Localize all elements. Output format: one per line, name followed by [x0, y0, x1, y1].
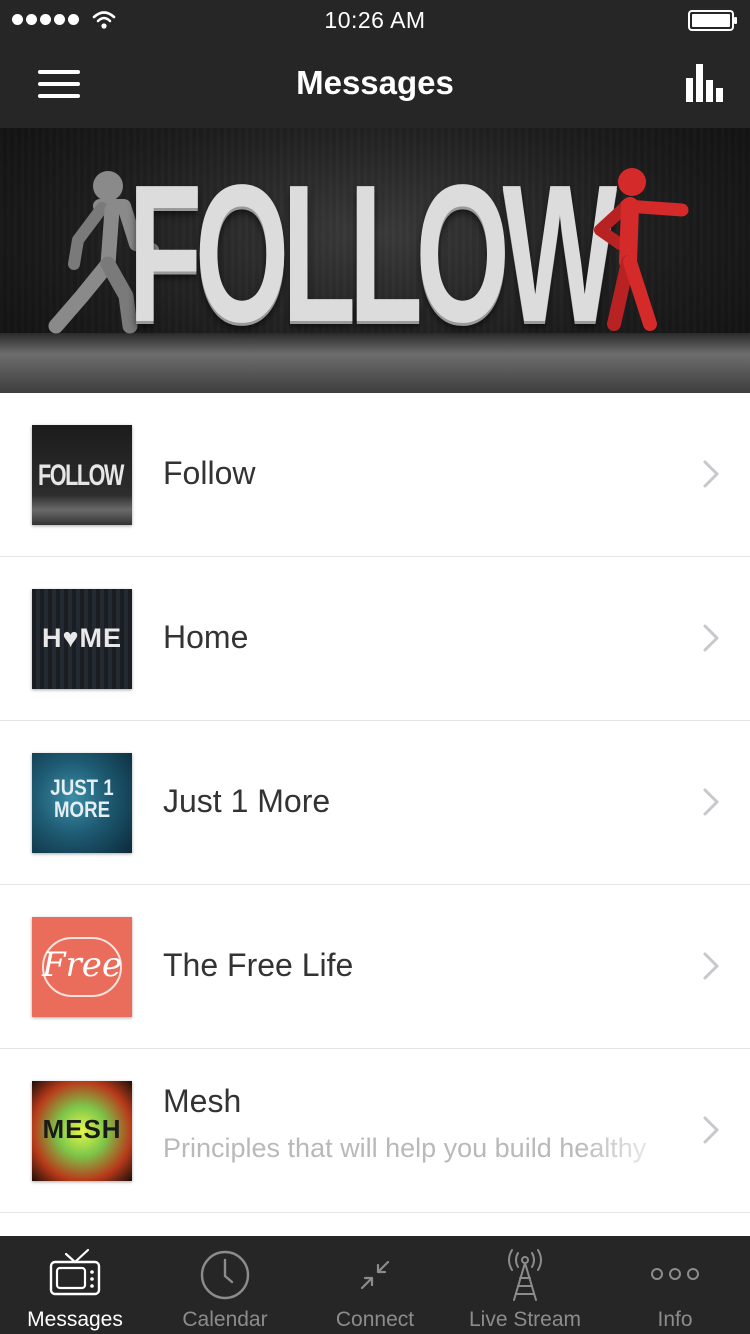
top-bar: 10:26 AM Messages	[0, 0, 750, 128]
tab-messages[interactable]: Messages	[0, 1236, 150, 1334]
page-title: Messages	[296, 64, 454, 101]
tab-label: Calendar	[182, 1308, 268, 1331]
antenna-icon	[508, 1249, 542, 1301]
series-thumbnail: MESH	[32, 1081, 132, 1181]
tv-icon	[49, 1248, 101, 1296]
clock-icon	[200, 1250, 250, 1300]
chevron-right-icon	[703, 460, 719, 488]
list-item-title: Follow	[163, 455, 256, 491]
tab-label: Connect	[335, 1308, 415, 1331]
tab-calendar[interactable]: Calendar	[150, 1236, 300, 1334]
series-thumbnail: H♥ME	[32, 589, 132, 689]
featured-banner[interactable]: FOLLOW	[0, 128, 750, 393]
list-item-title: The Free Life	[163, 947, 354, 983]
series-thumbnail: FOLLOW	[32, 425, 132, 525]
bar-chart-icon[interactable]	[686, 62, 728, 104]
battery-icon	[688, 10, 737, 31]
navigation-bar: Messages	[0, 40, 750, 128]
chevron-right-icon	[703, 624, 719, 652]
tab-label: Messages	[27, 1308, 123, 1331]
tab-bar: Messages Calendar Connect Live Stream In…	[0, 1236, 750, 1334]
message-series-list: FOLLOW Follow H♥ME Home JUST 1 MORE Just…	[0, 393, 750, 1213]
chevron-right-icon	[703, 788, 719, 816]
list-item-just-1-more[interactable]: JUST 1 MORE Just 1 More	[0, 721, 750, 885]
pointing-figure-icon	[594, 168, 689, 331]
tab-label: Info	[657, 1308, 693, 1331]
series-thumbnail: JUST 1 MORE	[32, 753, 132, 853]
tab-connect[interactable]: Connect	[300, 1236, 450, 1334]
list-item-title: Just 1 More	[163, 783, 331, 819]
list-item-mesh[interactable]: MESH Mesh Principles that will help you …	[0, 1049, 750, 1213]
list-item-the-free-life[interactable]: Free The Free Life	[0, 885, 750, 1049]
list-item-home[interactable]: H♥ME Home	[0, 557, 750, 721]
series-thumbnail: Free	[32, 917, 132, 1017]
list-item-subtitle: Principles that will help you build heal…	[163, 1133, 647, 1163]
list-item-title: Mesh	[163, 1083, 242, 1119]
chevron-right-icon	[703, 1116, 719, 1144]
tab-info[interactable]: Info	[600, 1236, 750, 1334]
list-item-title: Home	[163, 619, 249, 655]
connect-arrows-icon	[360, 1260, 390, 1290]
chevron-right-icon	[703, 952, 719, 980]
tab-label: Live Stream	[468, 1308, 582, 1331]
more-dots-icon	[651, 1268, 699, 1280]
status-bar: 10:26 AM	[0, 0, 750, 40]
list-item-follow[interactable]: FOLLOW Follow	[0, 393, 750, 557]
banner-title: FOLLOW	[128, 144, 617, 363]
tab-live-stream[interactable]: Live Stream	[450, 1236, 600, 1334]
status-time: 10:26 AM	[324, 7, 426, 33]
